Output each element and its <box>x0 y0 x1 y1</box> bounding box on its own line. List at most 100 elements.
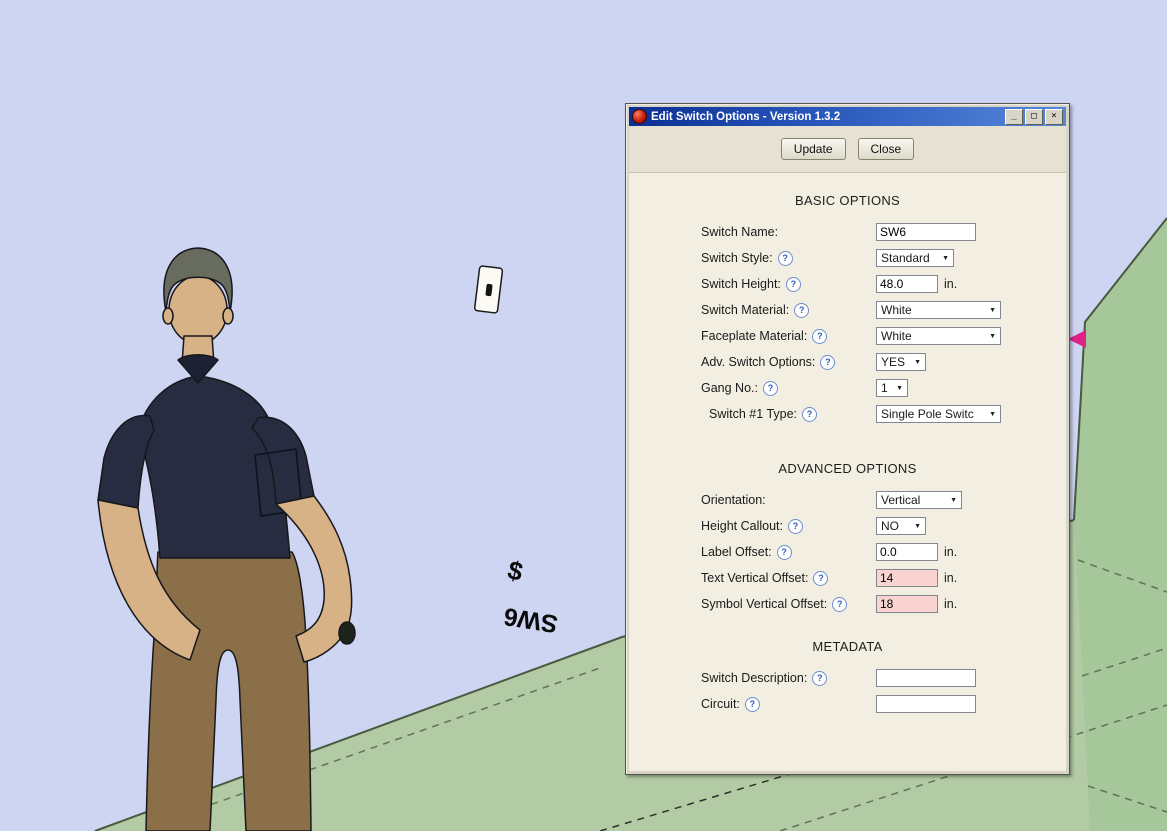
help-icon[interactable]: ? <box>777 250 793 266</box>
field-label: Symbol Vertical Offset: <box>701 597 828 611</box>
unit-label: in. <box>944 545 958 559</box>
select-value: 1 <box>881 381 888 395</box>
person-face <box>168 275 228 345</box>
help-icon[interactable]: ? <box>832 596 848 612</box>
person-watch <box>338 621 356 645</box>
unit-label: in. <box>944 571 958 585</box>
gang-no-select[interactable]: 1 ▼ <box>876 379 908 397</box>
field-label: Switch Height: <box>701 277 781 291</box>
help-icon[interactable]: ? <box>776 544 792 560</box>
form-row-switch-height: Switch Height: ? in. <box>629 271 1066 297</box>
chevron-down-icon: ▼ <box>989 410 996 418</box>
height-callout-select[interactable]: NO ▼ <box>876 517 926 535</box>
select-value: Vertical <box>881 493 921 507</box>
field-label: Switch Description: <box>701 671 808 685</box>
field-label: Label Offset: <box>701 545 772 559</box>
help-icon[interactable]: ? <box>813 570 829 586</box>
form-row-switch-description: Switch Description: ? <box>629 665 1066 691</box>
symbol-vertical-offset-input[interactable] <box>876 595 938 613</box>
edit-switch-options-dialog: Edit Switch Options - Version 1.3.2 _ □ … <box>625 103 1070 775</box>
axis-arrow <box>1068 330 1086 348</box>
form-row-adv-switch-options: Adv. Switch Options: ? YES ▼ <box>629 349 1066 375</box>
chevron-down-icon: ▼ <box>989 332 996 340</box>
help-icon[interactable]: ? <box>812 328 828 344</box>
switch-name-input[interactable] <box>876 223 976 241</box>
field-label: Switch Name: <box>701 225 779 239</box>
person-ear <box>162 307 174 325</box>
help-icon[interactable]: ? <box>802 406 818 422</box>
light-switch-component[interactable] <box>474 265 504 314</box>
form-row-gang-no: Gang No.: ? 1 ▼ <box>629 375 1066 401</box>
person-ear <box>222 307 234 325</box>
form-row-symbol-vertical-offset: Symbol Vertical Offset: ? in. <box>629 591 1066 617</box>
chevron-down-icon: ▼ <box>914 522 921 530</box>
select-value: White <box>881 329 912 343</box>
close-button[interactable]: Close <box>857 138 915 160</box>
field-label: Adv. Switch Options: <box>701 355 816 369</box>
chevron-down-icon: ▼ <box>896 384 903 392</box>
dialog-toolbar: Update Close <box>629 126 1066 173</box>
right-wall-plane <box>1074 218 1167 831</box>
select-value: Standard <box>881 251 930 265</box>
section-heading-metadata: METADATA <box>812 639 883 654</box>
switch-name-annotation: SW6 <box>502 602 560 638</box>
select-value: NO <box>881 519 899 533</box>
switch-symbol-annotation: $ <box>505 554 527 587</box>
help-icon[interactable]: ? <box>785 276 801 292</box>
chevron-down-icon: ▼ <box>950 496 957 504</box>
maximize-button[interactable]: □ <box>1025 108 1043 125</box>
field-label: Switch #1 Type: <box>709 407 798 421</box>
chevron-down-icon: ▼ <box>942 254 949 262</box>
dialog-content: BASIC OPTIONS Switch Name: Switch Style:… <box>629 173 1066 771</box>
form-row-circuit: Circuit: ? <box>629 691 1066 717</box>
minimize-button[interactable]: _ <box>1005 108 1023 125</box>
switch-description-input[interactable] <box>876 669 976 687</box>
label-offset-input[interactable] <box>876 543 938 561</box>
form-row-switch1-type: Switch #1 Type: ? Single Pole Switc ▼ <box>629 401 1066 427</box>
section-heading-basic: BASIC OPTIONS <box>794 193 901 208</box>
update-button[interactable]: Update <box>780 138 846 160</box>
form-row-switch-material: Switch Material: ? White ▼ <box>629 297 1066 323</box>
help-icon[interactable]: ? <box>744 696 760 712</box>
field-label: Switch Style: <box>701 251 773 265</box>
select-value: White <box>881 303 912 317</box>
chevron-down-icon: ▼ <box>914 358 921 366</box>
form-row-orientation: Orientation: Vertical ▼ <box>629 487 1066 513</box>
field-label: Height Callout: <box>701 519 783 533</box>
dialog-titlebar[interactable]: Edit Switch Options - Version 1.3.2 _ □ … <box>629 107 1066 126</box>
field-label: Switch Material: <box>701 303 790 317</box>
select-value: YES <box>881 355 906 369</box>
orientation-select[interactable]: Vertical ▼ <box>876 491 962 509</box>
help-icon[interactable]: ? <box>788 518 803 534</box>
dialog-icon <box>632 109 647 124</box>
help-icon[interactable]: ? <box>762 380 778 396</box>
section-heading-advanced: ADVANCED OPTIONS <box>778 461 917 476</box>
unit-label: in. <box>944 277 958 291</box>
close-window-button[interactable]: × <box>1045 108 1063 125</box>
form-row-label-offset: Label Offset: ? in. <box>629 539 1066 565</box>
switch1-type-select[interactable]: Single Pole Switc ▼ <box>876 405 1001 423</box>
switch-height-input[interactable] <box>876 275 938 293</box>
switch-style-select[interactable]: Standard ▼ <box>876 249 954 267</box>
person-figure[interactable] <box>97 247 356 831</box>
form-row-switch-name: Switch Name: <box>629 219 1066 245</box>
form-row-faceplate-material: Faceplate Material: ? White ▼ <box>629 323 1066 349</box>
select-value: Single Pole Switc <box>881 407 974 421</box>
form-row-height-callout: Height Callout: ? NO ▼ <box>629 513 1066 539</box>
faceplate-material-select[interactable]: White ▼ <box>876 327 1001 345</box>
help-icon[interactable]: ? <box>812 670 828 686</box>
switch-material-select[interactable]: White ▼ <box>876 301 1001 319</box>
form-row-text-vertical-offset: Text Vertical Offset: ? in. <box>629 565 1066 591</box>
window-controls: _ □ × <box>1005 108 1063 125</box>
field-label: Circuit: <box>701 697 740 711</box>
form-row-switch-style: Switch Style: ? Standard ▼ <box>629 245 1066 271</box>
field-label: Orientation: <box>701 493 766 507</box>
unit-label: in. <box>944 597 958 611</box>
help-icon[interactable]: ? <box>820 354 836 370</box>
text-vertical-offset-input[interactable] <box>876 569 938 587</box>
person-shirt <box>137 375 291 559</box>
help-icon[interactable]: ? <box>794 302 810 318</box>
adv-switch-options-select[interactable]: YES ▼ <box>876 353 926 371</box>
circuit-input[interactable] <box>876 695 976 713</box>
chevron-down-icon: ▼ <box>989 306 996 314</box>
